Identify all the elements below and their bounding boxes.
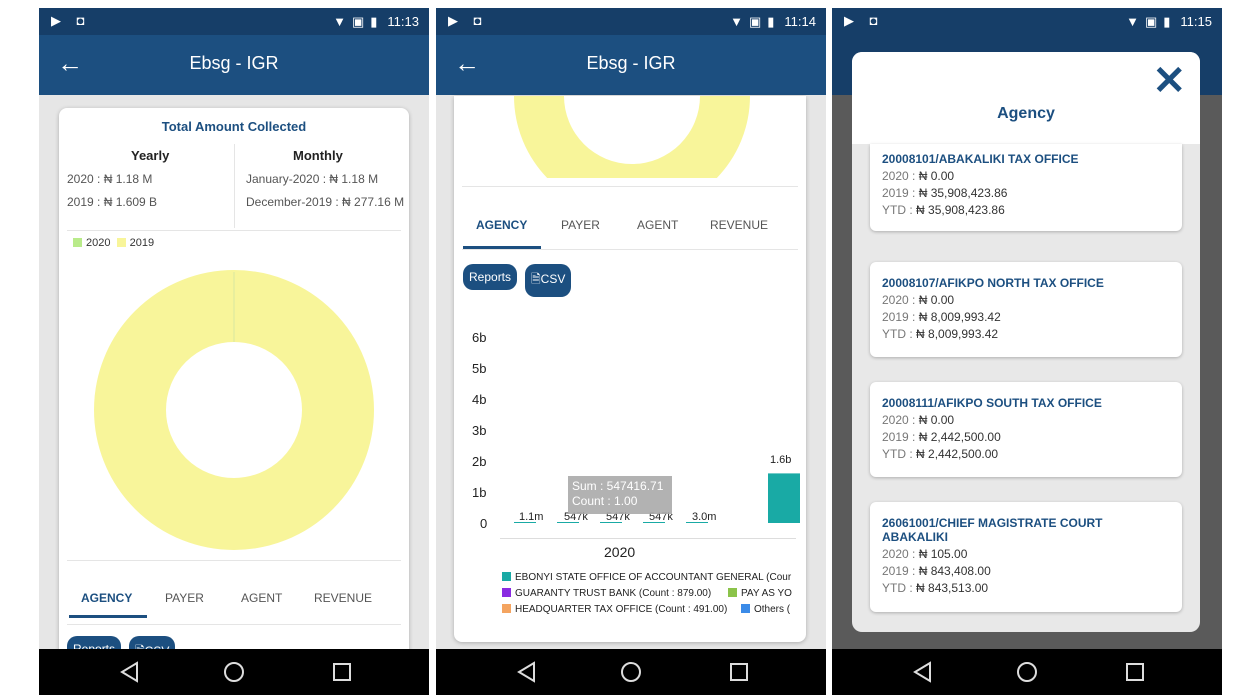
chart-tooltip: Sum : 547416.71 Count : 1.00 (568, 476, 672, 514)
agency-item[interactable]: 20008111/AFIKPO SOUTH TAX OFFICE 2020 : … (870, 382, 1182, 477)
agency-item[interactable]: 26061001/CHIEF MAGISTRATE COURT ABAKALIK… (870, 502, 1182, 612)
agency-item[interactable]: 20008107/AFIKPO NORTH TAX OFFICE 2020 : … (870, 262, 1182, 357)
app-bar: ← Ebsg - IGR (39, 35, 429, 95)
legend-item[interactable]: GUARANTY TRUST BANK (Count : 879.00) (502, 588, 711, 599)
agency-2019-value: ₦ 2,442,500.00 (918, 430, 1001, 444)
tab-agency[interactable]: AGENCY (81, 591, 132, 605)
nav-back-icon[interactable] (117, 659, 143, 685)
close-icon[interactable]: ✕ (1152, 56, 1186, 106)
agency-ytd-value: ₦ 2,442,500.00 (916, 447, 999, 461)
agency-2020-value: ₦ 0.00 (918, 413, 955, 427)
active-tab-indicator (69, 615, 147, 618)
phone-screen-agency-modal: ▶ ◘ ▼▣▮ 11:15 ✕ Agency 20008101/ABAKALIKI… (832, 8, 1222, 695)
status-bar: ▶ ◘ ▼▣▮ 11:14 (436, 8, 826, 35)
nav-home-icon[interactable] (618, 659, 644, 685)
tab-payer[interactable]: PAYER (165, 591, 204, 605)
agency-item[interactable]: 20008101/ABAKALIKI TAX OFFICE 2020 : ₦ 0… (870, 144, 1182, 231)
nav-recents-icon[interactable] (1122, 659, 1148, 685)
x-axis-label: 2020 (604, 544, 636, 560)
app-bar: ← Ebsg - IGR (436, 35, 826, 95)
yearly-2019: 2019 : ₦ 1.609 B (67, 195, 158, 209)
divider (67, 230, 401, 231)
tab-agent[interactable]: AGENT (241, 591, 282, 605)
agency-ytd-value: ₦ 35,908,423.86 (916, 203, 1005, 217)
status-bar: ▶ ◘ ▼▣▮ 11:15 (832, 8, 1222, 35)
nav-recents-icon[interactable] (726, 659, 752, 685)
android-nav-bar (832, 649, 1222, 695)
status-bar: ▶ ◘ ▼▣▮ 11:13 (39, 8, 429, 35)
monthly-header: Monthly (293, 148, 343, 163)
legend-swatch-2020 (73, 238, 82, 247)
nav-home-icon[interactable] (221, 659, 247, 685)
total-amount-title: Total Amount Collected (161, 119, 307, 134)
legend-label-2019: 2019 (129, 237, 155, 249)
yearly-header: Yearly (131, 148, 170, 163)
chart-card: AGENCY PAYER AGENT REVENUE Reports 🗎CSV … (454, 96, 806, 642)
agency-ytd-value: ₦ 8,009,993.42 (916, 327, 999, 341)
agency-ytd-value: ₦ 843,513.00 (916, 581, 989, 595)
legend-label-2020: 2020 (86, 237, 111, 249)
bar-label: 1.1m (519, 511, 544, 523)
app-title: Ebsg - IGR (586, 53, 676, 73)
agency-2020-value: ₦ 105.00 (918, 547, 968, 561)
phone-screen-summary: ▶ ◘ ▼▣▮ 11:13 ← Ebsg - IGR Total Amount C… (39, 8, 429, 695)
legend-item[interactable]: HEADQUARTER TAX OFFICE (Count : 491.00) (502, 604, 727, 615)
agency-2020-value: ₦ 0.00 (918, 169, 955, 183)
legend-item[interactable]: EBONYI STATE OFFICE OF ACCOUNTANT GENERA… (502, 572, 791, 583)
bar-label: 1.6b (770, 454, 792, 466)
status-time: 11:15 (1180, 14, 1212, 29)
wifi-battery-icons: ▼▣▮ (1126, 14, 1177, 29)
tab-bar: AGENCY PAYER AGENT REVENUE (59, 591, 409, 611)
status-time: 11:13 (387, 14, 419, 29)
nav-back-icon[interactable] (910, 659, 936, 685)
divider (67, 560, 401, 561)
android-nav-bar (436, 649, 826, 695)
bar-label: 3.0m (692, 511, 717, 523)
agency-2019-value: ₦ 843,408.00 (918, 564, 991, 578)
nav-back-icon[interactable] (514, 659, 540, 685)
status-notification-icons: ▶ ◘ (844, 13, 884, 28)
android-nav-bar (39, 649, 429, 695)
app-title: Ebsg - IGR (189, 53, 279, 73)
legend-swatch-2019 (116, 238, 126, 247)
chart-bar[interactable] (768, 473, 800, 523)
status-time: 11:14 (784, 14, 816, 29)
monthly-jan-2020: January-2020 : ₦ 1.18 M (246, 172, 379, 186)
donut-chart (94, 270, 374, 550)
donut-legend: 2020 2019 (73, 237, 154, 249)
status-notification-icons: ▶ ◘ (51, 13, 91, 28)
modal-header: ✕ Agency (852, 52, 1200, 144)
phone-screen-agency-chart: ▶ ◘ ▼▣▮ 11:14 ← Ebsg - IGR AGENCY PAYER A… (436, 8, 826, 695)
nav-recents-icon[interactable] (329, 659, 355, 685)
agency-name: 20008111/AFIKPO SOUTH TAX OFFICE (882, 396, 1102, 410)
column-divider (234, 144, 235, 228)
status-notification-icons: ▶ ◘ (448, 13, 488, 28)
monthly-dec-2019: December-2019 : ₦ 277.16 M (246, 195, 405, 209)
agency-name: 20008101/ABAKALIKI TAX OFFICE (882, 152, 1079, 166)
agency-2019-value: ₦ 8,009,993.42 (918, 310, 1001, 324)
tab-revenue[interactable]: REVENUE (314, 591, 372, 605)
agency-2020-value: ₦ 0.00 (918, 293, 955, 307)
x-axis-line (500, 538, 796, 539)
nav-home-icon[interactable] (1014, 659, 1040, 685)
agency-name: 26061001/CHIEF MAGISTRATE COURT ABAKALIK… (882, 516, 1103, 544)
summary-card: Total Amount Collected Yearly Monthly 20… (59, 108, 409, 668)
agency-name: 20008107/AFIKPO NORTH TAX OFFICE (882, 276, 1104, 290)
legend-item[interactable]: Others ( (741, 604, 790, 615)
divider (67, 624, 401, 625)
legend-item[interactable]: PAY AS YO (728, 588, 792, 599)
agency-modal: ✕ Agency 20008101/ABAKALIKI TAX OFFICE 2… (852, 52, 1200, 632)
agency-2019-value: ₦ 35,908,423.86 (918, 186, 1008, 200)
modal-title: Agency (997, 105, 1055, 122)
wifi-battery-icons: ▼▣▮ (333, 14, 384, 29)
wifi-battery-icons: ▼▣▮ (730, 14, 781, 29)
yearly-2020: 2020 : ₦ 1.18 M (67, 172, 153, 186)
